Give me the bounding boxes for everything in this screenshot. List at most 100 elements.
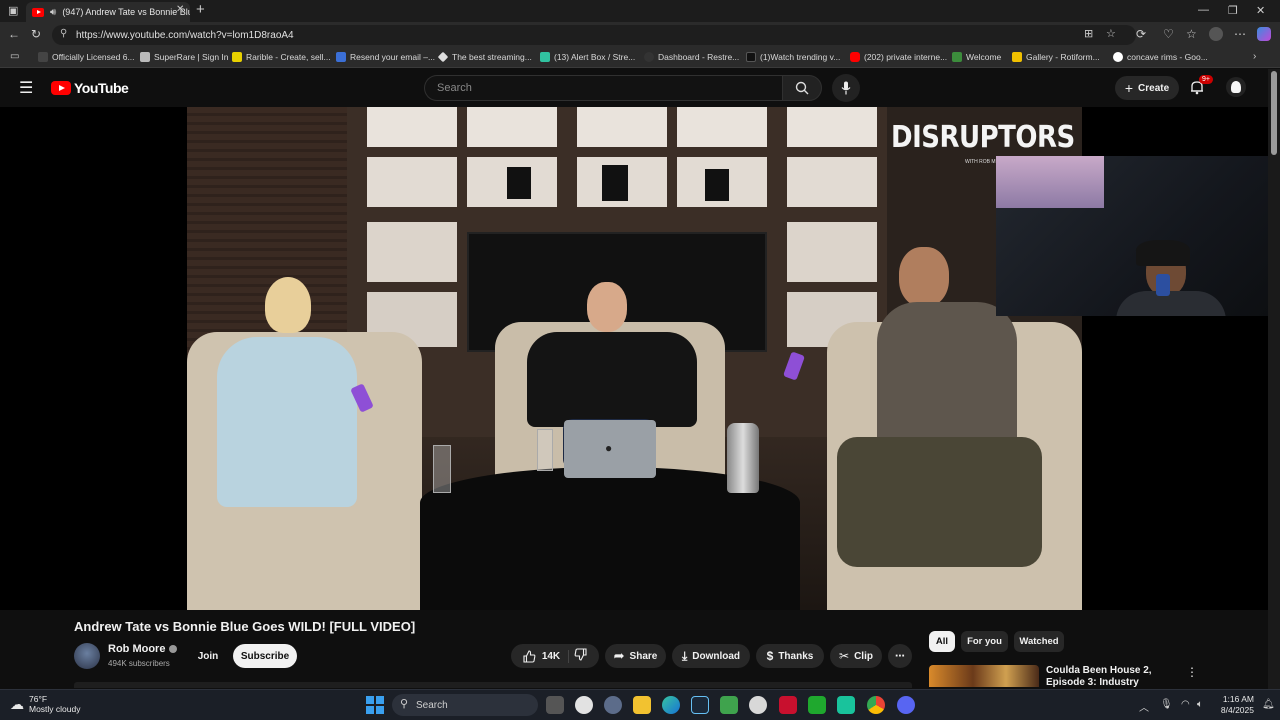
settings-app-icon[interactable] [604, 696, 622, 714]
taskbar-search[interactable]: ⚲ Search [392, 694, 538, 716]
bookmark-item[interactable]: Officially Licensed 6... [38, 52, 135, 62]
recommendation-title[interactable]: Coulda Been House 2, Episode 3: Industry [1046, 665, 1186, 687]
bookmark-item[interactable]: SuperRare | Sign In [140, 52, 229, 62]
bookmark-item[interactable]: Rarible - Create, sell... [232, 52, 331, 62]
speaker-icon[interactable]: 🔊︎ [50, 7, 56, 18]
search-icon: ⚲ [400, 698, 409, 710]
microphone-tray-icon[interactable]: 🎙︎ [1160, 699, 1173, 710]
refresh-icon[interactable]: ↻ [31, 27, 41, 41]
recommendation-menu-icon[interactable]: ⋮ [1186, 665, 1198, 679]
recommendation-thumbnail[interactable] [929, 665, 1039, 687]
extensions-icon[interactable]: ⟳ [1136, 27, 1146, 41]
notifications-button[interactable]: 9+ [1189, 75, 1213, 100]
apple-logo-icon: ● [605, 441, 613, 455]
more-actions-button[interactable]: ⋯ [888, 644, 912, 668]
close-window-button[interactable]: ✕ [1256, 4, 1265, 17]
bookmark-item[interactable]: Welcome [952, 52, 1001, 62]
youtube-logo[interactable]: YouTube [51, 80, 129, 96]
messaging-app-icon[interactable] [837, 696, 855, 714]
system-clock[interactable]: 1:16 AM 8/4/2025 [1212, 694, 1254, 716]
chip-watched[interactable]: Watched [1014, 631, 1064, 652]
site-info-icon[interactable]: ⚲ [60, 28, 67, 39]
profile-avatar[interactable] [1209, 27, 1223, 41]
channel-name[interactable]: Rob Moore [108, 643, 165, 655]
windows-start-icon[interactable] [366, 696, 384, 714]
browser-essentials-icon[interactable]: ♡ [1163, 27, 1174, 41]
video-player[interactable]: DISRUPTORS WITH ROB M ● [0, 107, 1268, 610]
verified-check-icon [169, 645, 178, 653]
reading-list-icon[interactable]: ▭ [10, 51, 19, 62]
browser-tab-active[interactable]: 🔊︎ (947) Andrew Tate vs Bonnie Blue [26, 2, 190, 22]
bookmarks-overflow-chevron-icon[interactable]: › [1253, 51, 1256, 62]
favorite-star-icon[interactable]: ☆ [1106, 27, 1116, 40]
steam-app-icon[interactable] [691, 696, 709, 714]
bookmark-favicon-icon [952, 52, 962, 62]
account-avatar[interactable] [1226, 77, 1246, 97]
edge-browser-icon[interactable] [662, 696, 680, 714]
news-app-icon[interactable] [779, 696, 797, 714]
join-button[interactable]: Join [188, 644, 228, 668]
favorites-icon[interactable]: ☆ [1186, 27, 1197, 41]
bookmark-item[interactable]: (1)Watch trending v... [746, 52, 840, 62]
dislike-button[interactable] [574, 648, 587, 664]
voice-search-button[interactable] [832, 74, 860, 102]
weather-widget[interactable]: ☁ 76°F Mostly cloudy [10, 694, 81, 714]
clip-button[interactable]: ✂ Clip [830, 644, 882, 668]
channel-name-row[interactable]: Rob Moore [108, 643, 178, 655]
channel-avatar[interactable] [74, 643, 100, 669]
hamburger-menu-icon[interactable]: ☰ [19, 78, 33, 98]
bookmark-item[interactable]: The best streaming... [437, 51, 532, 63]
back-icon[interactable]: ← [8, 27, 20, 41]
minimize-button[interactable]: — [1198, 4, 1209, 16]
thanks-button[interactable]: $ Thanks [756, 644, 824, 668]
webcam-overlay [996, 156, 1268, 316]
tray-overflow-chevron-icon[interactable]: ︿ [1139, 699, 1149, 714]
video-frame[interactable]: DISRUPTORS WITH ROB M ● [187, 107, 1082, 610]
shelf-cell [787, 107, 877, 147]
tab-actions-icon[interactable]: ▣ [8, 4, 18, 17]
scrollbar-thumb[interactable] [1271, 71, 1277, 155]
app-available-icon[interactable]: ⊞ [1084, 27, 1093, 40]
chip-all[interactable]: All [929, 631, 955, 652]
search-input[interactable]: Search [424, 75, 782, 101]
description-box-edge [74, 682, 912, 688]
share-button[interactable]: ➦ Share [605, 644, 666, 668]
wifi-icon[interactable]: ◠ [1181, 699, 1190, 710]
bookmark-item[interactable]: Gallery - Rotiform... [1012, 52, 1100, 62]
grammarly-app-icon[interactable] [575, 696, 593, 714]
notification-center-icon[interactable]: 🔔︎ [1262, 699, 1275, 710]
chip-for-you[interactable]: For you [961, 631, 1008, 652]
chrome-g-app-icon[interactable] [749, 696, 767, 714]
download-button[interactable]: ⤓ Download [672, 644, 750, 668]
shelf-cell [787, 157, 877, 207]
file-explorer-icon[interactable] [633, 696, 651, 714]
person-right-head [899, 247, 949, 307]
bookmark-item[interactable]: concave rims - Goo... [1113, 52, 1208, 62]
bookmark-favicon-icon [1113, 52, 1123, 62]
game-app-icon[interactable] [808, 696, 826, 714]
bookmark-favicon-icon [336, 52, 346, 62]
settings-menu-icon[interactable]: ⋯ [1234, 27, 1246, 41]
bookmark-item[interactable]: (13) Alert Box / Stre... [540, 52, 635, 62]
discord-app-icon[interactable] [897, 696, 915, 714]
subscribe-button[interactable]: Subscribe [233, 644, 297, 668]
like-button[interactable]: 14K [523, 649, 570, 663]
address-bar[interactable]: ⚲ https://www.youtube.com/watch?v=lom1D8… [52, 25, 1136, 45]
new-tab-icon[interactable]: + [196, 1, 205, 18]
bookmark-item[interactable]: Resend your email –... [336, 52, 435, 62]
task-view-icon[interactable] [546, 696, 564, 714]
tab-close-icon[interactable]: ✕ [176, 4, 184, 15]
page-scrollbar[interactable] [1268, 69, 1280, 689]
android-app-icon[interactable] [720, 696, 738, 714]
bookmark-favicon-icon [644, 52, 654, 62]
volume-icon[interactable]: 🔈︎ [1197, 699, 1203, 710]
search-button[interactable] [782, 75, 822, 101]
bookmark-item[interactable]: Dashboard - Restre... [644, 52, 739, 62]
copilot-icon[interactable] [1257, 27, 1271, 41]
plus-icon: + [1124, 80, 1134, 96]
chrome-browser-icon[interactable] [867, 696, 885, 714]
person-right-trousers [837, 437, 1042, 567]
create-button[interactable]: + Create [1115, 76, 1179, 100]
maximize-button[interactable]: ❐ [1228, 4, 1238, 17]
bookmark-item[interactable]: (202) private interne... [850, 52, 947, 62]
